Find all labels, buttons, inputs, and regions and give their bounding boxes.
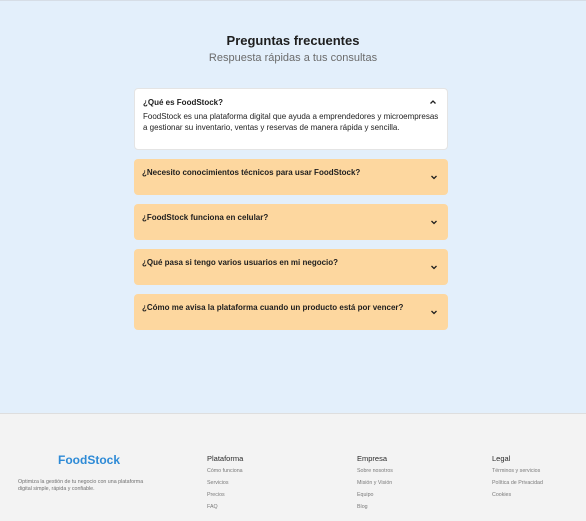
footer-link-como-funciona[interactable]: Cómo funciona	[207, 468, 243, 480]
footer-link-terminos[interactable]: Términos y servicios	[492, 468, 543, 480]
footer-column-title: Plataforma	[207, 454, 244, 463]
footer-logo[interactable]: FoodStock	[58, 453, 120, 467]
footer-link-sobre-nosotros[interactable]: Sobre nosotros	[357, 468, 393, 480]
chevron-up-icon[interactable]	[428, 97, 438, 107]
footer-link-mision-vision[interactable]: Misión y Visión	[357, 480, 393, 492]
faq-item-what-is-foodstock[interactable]: ¿Qué es FoodStock? FoodStock es una plat…	[134, 88, 448, 150]
faq-item-expiry-alert[interactable]: ¿Cómo me avisa la plataforma cuando un p…	[134, 294, 448, 330]
footer: FoodStock Optimiza la gestión de tu nego…	[0, 413, 586, 521]
footer-link-cookies[interactable]: Cookies	[492, 492, 543, 504]
faq-subtitle: Respuesta rápidas a tus consultas	[208, 52, 378, 64]
footer-column-empresa: Empresa Sobre nosotros Misión y Visión E…	[357, 454, 393, 516]
footer-column-legal: Legal Términos y servicios Política de P…	[492, 454, 543, 504]
footer-column-plataforma: Plataforma Cómo funciona Servicios Preci…	[207, 454, 243, 516]
faq-answer: FoodStock es una plataforma digital que …	[143, 112, 439, 132]
faq-title: Preguntas frecuentes	[226, 33, 360, 48]
faq-section: Preguntas frecuentes Respuesta rápidas a…	[0, 0, 586, 413]
footer-link-faq[interactable]: FAQ	[207, 504, 243, 516]
faq-item-multiple-users[interactable]: ¿Qué pasa si tengo varios usuarios en mi…	[134, 249, 448, 285]
chevron-down-icon[interactable]	[429, 262, 439, 272]
footer-link-precios[interactable]: Precios	[207, 492, 243, 504]
footer-link-equipo[interactable]: Equipo	[357, 492, 393, 504]
faq-question: ¿Necesito conocimientos técnicos para us…	[142, 168, 361, 177]
chevron-down-icon[interactable]	[429, 172, 439, 182]
footer-link-servicios[interactable]: Servicios	[207, 480, 243, 492]
faq-item-technical-knowledge[interactable]: ¿Necesito conocimientos técnicos para us…	[134, 159, 448, 195]
faq-question: ¿FoodStock funciona en celular?	[142, 213, 269, 222]
faq-question: ¿Cómo me avisa la plataforma cuando un p…	[142, 303, 404, 312]
faq-question: ¿Qué pasa si tengo varios usuarios en mi…	[142, 258, 339, 267]
footer-tagline: Optimiza la gestión de tu negocio con un…	[18, 479, 144, 492]
chevron-down-icon[interactable]	[429, 217, 439, 227]
footer-link-privacidad[interactable]: Política de Privacidad	[492, 480, 543, 492]
faq-question: ¿Qué es FoodStock?	[143, 98, 224, 107]
chevron-down-icon[interactable]	[429, 307, 439, 317]
footer-column-title: Legal	[492, 454, 511, 463]
faq-item-mobile[interactable]: ¿FoodStock funciona en celular?	[134, 204, 448, 240]
footer-link-blog[interactable]: Blog	[357, 504, 393, 516]
footer-column-title: Empresa	[357, 454, 388, 463]
